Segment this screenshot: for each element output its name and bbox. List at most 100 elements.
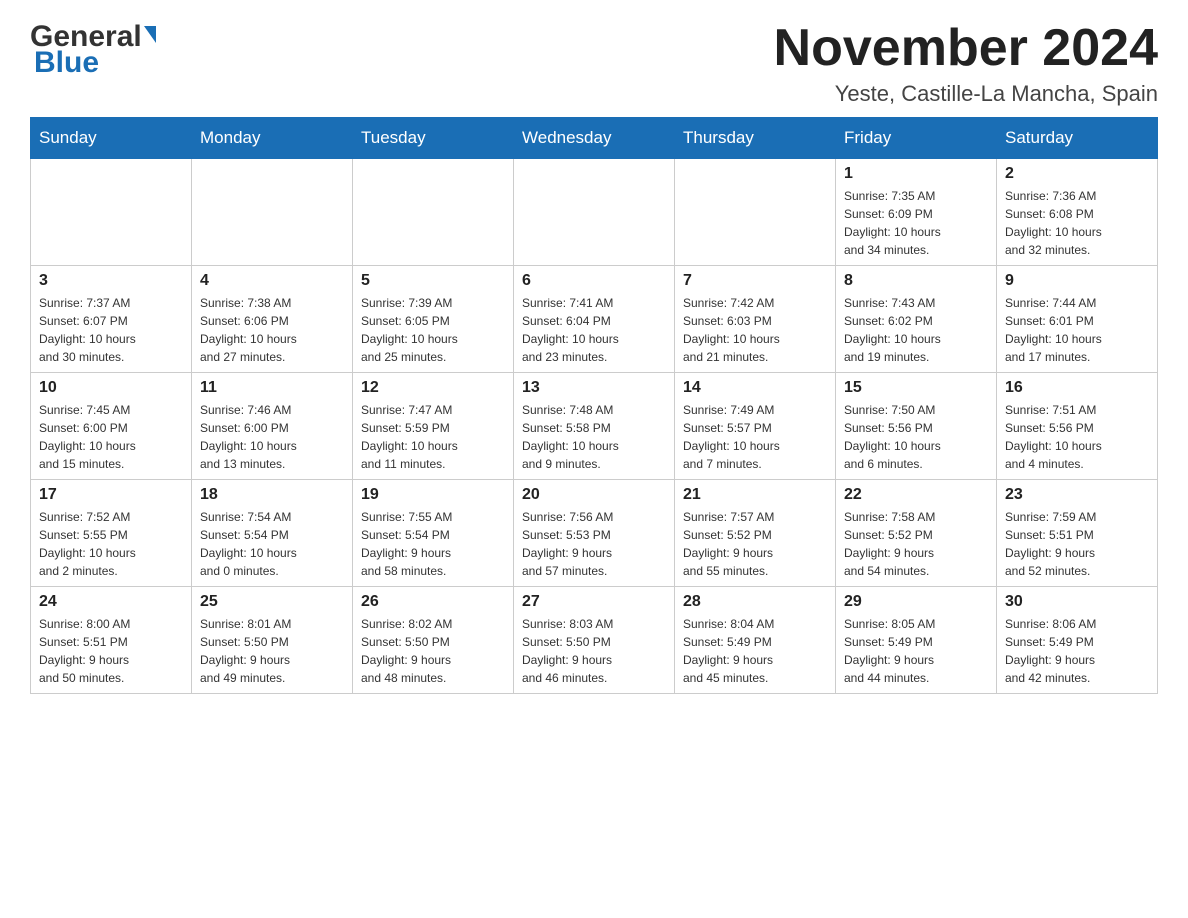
day-info: Sunrise: 8:04 AMSunset: 5:49 PMDaylight:… bbox=[683, 615, 827, 687]
calendar-cell bbox=[675, 159, 836, 266]
day-info: Sunrise: 7:45 AMSunset: 6:00 PMDaylight:… bbox=[39, 401, 183, 473]
calendar-header-sunday: Sunday bbox=[31, 118, 192, 159]
calendar-header-friday: Friday bbox=[836, 118, 997, 159]
calendar-cell bbox=[353, 159, 514, 266]
calendar-cell bbox=[514, 159, 675, 266]
day-info: Sunrise: 7:59 AMSunset: 5:51 PMDaylight:… bbox=[1005, 508, 1149, 580]
calendar-cell: 26 Sunrise: 8:02 AMSunset: 5:50 PMDayligh… bbox=[353, 587, 514, 694]
day-number: 20 bbox=[522, 486, 666, 504]
day-info: Sunrise: 7:56 AMSunset: 5:53 PMDaylight:… bbox=[522, 508, 666, 580]
calendar-header-row: SundayMondayTuesdayWednesdayThursdayFrid… bbox=[31, 118, 1158, 159]
day-number: 16 bbox=[1005, 379, 1149, 397]
day-number: 10 bbox=[39, 379, 183, 397]
week-row-3: 10 Sunrise: 7:45 AMSunset: 6:00 PMDayligh… bbox=[31, 373, 1158, 480]
calendar-cell: 16 Sunrise: 7:51 AMSunset: 5:56 PMDayligh… bbox=[997, 373, 1158, 480]
day-info: Sunrise: 7:36 AMSunset: 6:08 PMDaylight:… bbox=[1005, 187, 1149, 259]
day-number: 18 bbox=[200, 486, 344, 504]
day-info: Sunrise: 8:01 AMSunset: 5:50 PMDaylight:… bbox=[200, 615, 344, 687]
day-number: 8 bbox=[844, 272, 988, 290]
calendar-cell: 3Sunrise: 7:37 AMSunset: 6:07 PMDaylight… bbox=[31, 266, 192, 373]
day-info: Sunrise: 7:42 AMSunset: 6:03 PMDaylight:… bbox=[683, 294, 827, 366]
day-number: 9 bbox=[1005, 272, 1149, 290]
calendar-cell: 17 Sunrise: 7:52 AMSunset: 5:55 PMDayligh… bbox=[31, 480, 192, 587]
week-row-5: 24Sunrise: 8:00 AMSunset: 5:51 PMDayligh… bbox=[31, 587, 1158, 694]
calendar-cell: 4 Sunrise: 7:38 AMSunset: 6:06 PMDaylight… bbox=[192, 266, 353, 373]
calendar-cell: 25 Sunrise: 8:01 AMSunset: 5:50 PMDayligh… bbox=[192, 587, 353, 694]
calendar-header-thursday: Thursday bbox=[675, 118, 836, 159]
week-row-2: 3Sunrise: 7:37 AMSunset: 6:07 PMDaylight… bbox=[31, 266, 1158, 373]
day-info: Sunrise: 7:52 AMSunset: 5:55 PMDaylight:… bbox=[39, 508, 183, 580]
week-row-1: 1 Sunrise: 7:35 AMSunset: 6:09 PMDaylight… bbox=[31, 159, 1158, 266]
day-number: 7 bbox=[683, 272, 827, 290]
day-number: 4 bbox=[200, 272, 344, 290]
day-number: 2 bbox=[1005, 165, 1149, 183]
day-number: 22 bbox=[844, 486, 988, 504]
calendar-cell: 14 Sunrise: 7:49 AMSunset: 5:57 PMDayligh… bbox=[675, 373, 836, 480]
day-info: Sunrise: 7:37 AMSunset: 6:07 PMDaylight:… bbox=[39, 294, 183, 366]
calendar-cell: 1 Sunrise: 7:35 AMSunset: 6:09 PMDaylight… bbox=[836, 159, 997, 266]
day-info: Sunrise: 8:05 AMSunset: 5:49 PMDaylight:… bbox=[844, 615, 988, 687]
day-info: Sunrise: 7:44 AMSunset: 6:01 PMDaylight:… bbox=[1005, 294, 1149, 366]
day-info: Sunrise: 7:55 AMSunset: 5:54 PMDaylight:… bbox=[361, 508, 505, 580]
calendar-cell: 19Sunrise: 7:55 AMSunset: 5:54 PMDayligh… bbox=[353, 480, 514, 587]
day-info: Sunrise: 7:57 AMSunset: 5:52 PMDaylight:… bbox=[683, 508, 827, 580]
calendar-cell: 22 Sunrise: 7:58 AMSunset: 5:52 PMDayligh… bbox=[836, 480, 997, 587]
page-title: November 2024 bbox=[774, 20, 1158, 77]
calendar-cell: 27 Sunrise: 8:03 AMSunset: 5:50 PMDayligh… bbox=[514, 587, 675, 694]
day-info: Sunrise: 7:49 AMSunset: 5:57 PMDaylight:… bbox=[683, 401, 827, 473]
calendar-cell: 13Sunrise: 7:48 AMSunset: 5:58 PMDayligh… bbox=[514, 373, 675, 480]
title-section: November 2024 Yeste, Castille-La Mancha,… bbox=[774, 20, 1158, 107]
day-number: 26 bbox=[361, 593, 505, 611]
day-info: Sunrise: 7:50 AMSunset: 5:56 PMDaylight:… bbox=[844, 401, 988, 473]
page-subtitle: Yeste, Castille-La Mancha, Spain bbox=[774, 81, 1158, 107]
calendar-cell: 15 Sunrise: 7:50 AMSunset: 5:56 PMDayligh… bbox=[836, 373, 997, 480]
day-number: 27 bbox=[522, 593, 666, 611]
day-info: Sunrise: 8:03 AMSunset: 5:50 PMDaylight:… bbox=[522, 615, 666, 687]
day-info: Sunrise: 7:41 AMSunset: 6:04 PMDaylight:… bbox=[522, 294, 666, 366]
calendar-cell: 9 Sunrise: 7:44 AMSunset: 6:01 PMDaylight… bbox=[997, 266, 1158, 373]
day-info: Sunrise: 7:58 AMSunset: 5:52 PMDaylight:… bbox=[844, 508, 988, 580]
day-number: 13 bbox=[522, 379, 666, 397]
day-info: Sunrise: 7:35 AMSunset: 6:09 PMDaylight:… bbox=[844, 187, 988, 259]
logo-blue: Blue bbox=[34, 46, 99, 80]
logo-triangle-icon bbox=[144, 26, 156, 43]
calendar-cell bbox=[31, 159, 192, 266]
day-number: 1 bbox=[844, 165, 988, 183]
logo: General Blue bbox=[30, 20, 156, 80]
day-number: 21 bbox=[683, 486, 827, 504]
day-info: Sunrise: 7:43 AMSunset: 6:02 PMDaylight:… bbox=[844, 294, 988, 366]
day-number: 14 bbox=[683, 379, 827, 397]
calendar-cell: 8 Sunrise: 7:43 AMSunset: 6:02 PMDaylight… bbox=[836, 266, 997, 373]
day-number: 11 bbox=[200, 379, 344, 397]
day-number: 15 bbox=[844, 379, 988, 397]
calendar-cell: 11Sunrise: 7:46 AMSunset: 6:00 PMDayligh… bbox=[192, 373, 353, 480]
day-number: 23 bbox=[1005, 486, 1149, 504]
calendar-cell: 2 Sunrise: 7:36 AMSunset: 6:08 PMDaylight… bbox=[997, 159, 1158, 266]
calendar-cell: 7 Sunrise: 7:42 AMSunset: 6:03 PMDaylight… bbox=[675, 266, 836, 373]
calendar-header-wednesday: Wednesday bbox=[514, 118, 675, 159]
calendar-cell: 18 Sunrise: 7:54 AMSunset: 5:54 PMDayligh… bbox=[192, 480, 353, 587]
calendar-cell bbox=[192, 159, 353, 266]
calendar-cell: 29 Sunrise: 8:05 AMSunset: 5:49 PMDayligh… bbox=[836, 587, 997, 694]
day-info: Sunrise: 8:06 AMSunset: 5:49 PMDaylight:… bbox=[1005, 615, 1149, 687]
day-info: Sunrise: 7:38 AMSunset: 6:06 PMDaylight:… bbox=[200, 294, 344, 366]
day-number: 25 bbox=[200, 593, 344, 611]
day-number: 17 bbox=[39, 486, 183, 504]
day-number: 5 bbox=[361, 272, 505, 290]
calendar-cell: 28 Sunrise: 8:04 AMSunset: 5:49 PMDayligh… bbox=[675, 587, 836, 694]
day-number: 30 bbox=[1005, 593, 1149, 611]
calendar-cell: 24Sunrise: 8:00 AMSunset: 5:51 PMDayligh… bbox=[31, 587, 192, 694]
calendar-header-tuesday: Tuesday bbox=[353, 118, 514, 159]
calendar-header-monday: Monday bbox=[192, 118, 353, 159]
day-info: Sunrise: 7:54 AMSunset: 5:54 PMDaylight:… bbox=[200, 508, 344, 580]
calendar-table: SundayMondayTuesdayWednesdayThursdayFrid… bbox=[30, 117, 1158, 694]
calendar-cell: 6Sunrise: 7:41 AMSunset: 6:04 PMDaylight… bbox=[514, 266, 675, 373]
calendar-cell: 20 Sunrise: 7:56 AMSunset: 5:53 PMDayligh… bbox=[514, 480, 675, 587]
day-number: 28 bbox=[683, 593, 827, 611]
day-info: Sunrise: 8:00 AMSunset: 5:51 PMDaylight:… bbox=[39, 615, 183, 687]
day-number: 29 bbox=[844, 593, 988, 611]
day-info: Sunrise: 8:02 AMSunset: 5:50 PMDaylight:… bbox=[361, 615, 505, 687]
calendar-cell: 12Sunrise: 7:47 AMSunset: 5:59 PMDayligh… bbox=[353, 373, 514, 480]
day-info: Sunrise: 7:51 AMSunset: 5:56 PMDaylight:… bbox=[1005, 401, 1149, 473]
calendar-header-saturday: Saturday bbox=[997, 118, 1158, 159]
